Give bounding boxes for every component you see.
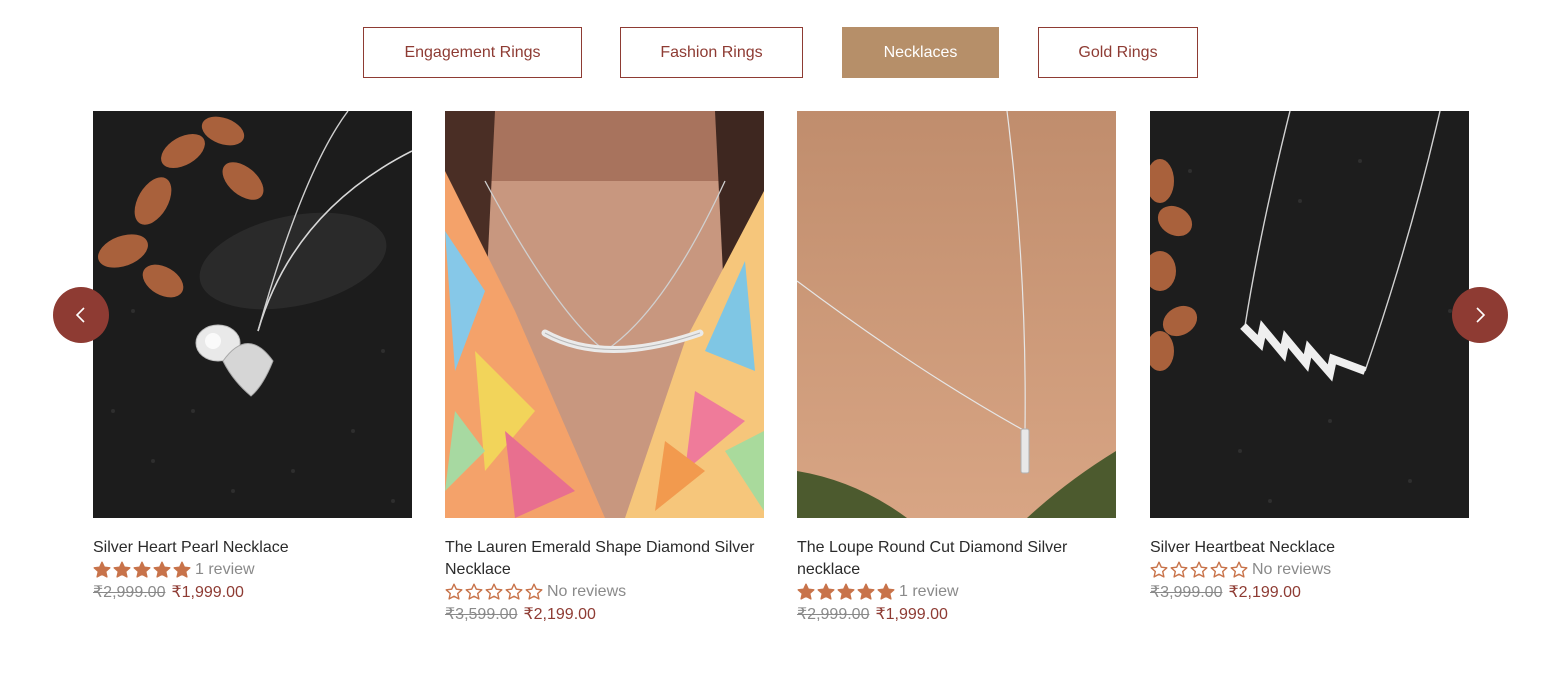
product-card[interactable]: Silver Heart Pearl Necklace 1 review ₹2,… [93, 111, 412, 605]
product-rating: 1 review [797, 581, 1116, 603]
product-rating: 1 review [93, 559, 412, 581]
tab-label: Engagement Rings [404, 43, 541, 61]
star-empty-icon [465, 583, 483, 600]
review-count: No reviews [1252, 561, 1332, 578]
category-tabs: Engagement Rings Fashion Rings Necklaces… [0, 27, 1554, 78]
chevron-left-icon [75, 307, 85, 323]
sale-price: ₹2,199.00 [523, 606, 596, 623]
star-filled-icon [797, 583, 815, 600]
star-empty-icon [1150, 561, 1168, 578]
product-title[interactable]: The Loupe Round Cut Diamond Silver neckl… [797, 537, 1116, 581]
carousel-next-button[interactable] [1452, 287, 1508, 343]
star-empty-icon [505, 583, 523, 600]
product-image[interactable] [93, 111, 412, 518]
product-card[interactable]: Silver Heartbeat Necklace No reviews ₹3,… [1150, 111, 1469, 605]
product-title[interactable]: Silver Heart Pearl Necklace [93, 537, 412, 559]
star-empty-icon [1170, 561, 1188, 578]
rating-stars [1150, 561, 1248, 579]
star-empty-icon [445, 583, 463, 600]
product-price: ₹2,999.00 ₹1,999.00 [797, 603, 1116, 627]
rating-stars [797, 583, 895, 601]
star-filled-icon [857, 583, 875, 600]
star-empty-icon [525, 583, 543, 600]
product-card[interactable]: The Loupe Round Cut Diamond Silver neckl… [797, 111, 1116, 627]
tab-gold-rings[interactable]: Gold Rings [1038, 27, 1198, 78]
product-rating: No reviews [445, 581, 764, 603]
star-filled-icon [153, 561, 171, 578]
star-filled-icon [113, 561, 131, 578]
compare-at-price: ₹2,999.00 [93, 584, 166, 601]
compare-at-price: ₹3,999.00 [1150, 584, 1223, 601]
star-filled-icon [173, 561, 191, 578]
star-filled-icon [817, 583, 835, 600]
product-price: ₹3,599.00 ₹2,199.00 [445, 603, 764, 627]
product-price: ₹2,999.00 ₹1,999.00 [93, 581, 412, 605]
star-filled-icon [133, 561, 151, 578]
tab-label: Necklaces [883, 43, 958, 61]
product-image[interactable] [445, 111, 764, 518]
tab-engagement-rings[interactable]: Engagement Rings [363, 27, 582, 78]
tab-fashion-rings[interactable]: Fashion Rings [620, 27, 803, 78]
product-image[interactable] [1150, 111, 1469, 518]
sale-price: ₹1,999.00 [171, 584, 244, 601]
carousel-prev-button[interactable] [53, 287, 109, 343]
review-count: 1 review [899, 583, 959, 600]
product-image[interactable] [797, 111, 1116, 518]
rating-stars [93, 561, 191, 579]
product-card[interactable]: The Lauren Emerald Shape Diamond Silver … [445, 111, 764, 627]
star-filled-icon [877, 583, 895, 600]
tab-necklaces[interactable]: Necklaces [842, 27, 999, 78]
review-count: No reviews [547, 583, 627, 600]
tab-label: Gold Rings [1078, 43, 1158, 61]
star-filled-icon [93, 561, 111, 578]
product-price: ₹3,999.00 ₹2,199.00 [1150, 581, 1469, 605]
tab-label: Fashion Rings [660, 43, 763, 61]
sale-price: ₹2,199.00 [1228, 584, 1301, 601]
review-count: 1 review [195, 561, 255, 578]
star-filled-icon [837, 583, 855, 600]
star-empty-icon [1190, 561, 1208, 578]
product-title[interactable]: The Lauren Emerald Shape Diamond Silver … [445, 537, 764, 581]
product-title[interactable]: Silver Heartbeat Necklace [1150, 537, 1469, 559]
sale-price: ₹1,999.00 [875, 606, 948, 623]
product-rating: No reviews [1150, 559, 1469, 581]
compare-at-price: ₹3,599.00 [445, 606, 518, 623]
star-empty-icon [1230, 561, 1248, 578]
chevron-right-icon [1476, 307, 1486, 323]
rating-stars [445, 583, 543, 601]
compare-at-price: ₹2,999.00 [797, 606, 870, 623]
star-empty-icon [485, 583, 503, 600]
star-empty-icon [1210, 561, 1228, 578]
